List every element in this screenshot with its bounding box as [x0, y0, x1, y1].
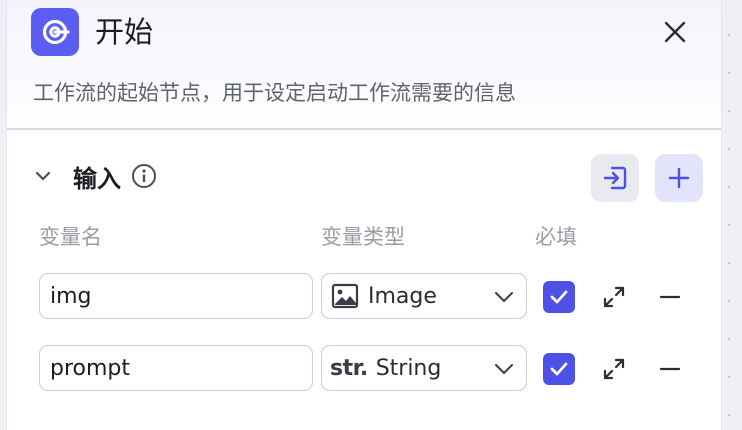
canvas-grid-dot — [728, 72, 730, 74]
chevron-down-icon — [35, 171, 51, 181]
variable-name-value: prompt — [50, 355, 131, 381]
checkmark-icon — [550, 290, 568, 304]
node-title: 开始 — [95, 15, 154, 49]
canvas-grid-dot — [728, 34, 730, 36]
section-divider — [7, 128, 721, 130]
variable-name-value: img — [50, 283, 92, 309]
variable-name-input[interactable]: prompt — [39, 345, 313, 391]
canvas-grid-dot — [728, 110, 730, 112]
expand-settings-button[interactable] — [599, 282, 629, 312]
collapse-toggle[interactable] — [31, 164, 55, 188]
minus-icon — [659, 295, 681, 299]
chevron-down-icon — [495, 364, 513, 374]
checkmark-icon — [550, 362, 568, 376]
minus-icon — [659, 367, 681, 371]
canvas-grid-dot — [728, 186, 730, 188]
remove-variable-button[interactable] — [655, 282, 685, 312]
column-header-name: 变量名 — [39, 225, 102, 249]
variable-name-input[interactable]: img — [39, 273, 313, 319]
input-section-header: 输入 — [31, 156, 157, 196]
variable-type-label: String — [375, 355, 442, 381]
info-icon[interactable] — [131, 163, 157, 189]
variable-type-label: Image — [368, 283, 437, 309]
section-title: 输入 — [73, 164, 121, 193]
expand-icon — [603, 286, 625, 308]
image-icon — [330, 281, 360, 311]
string-icon: str. — [330, 355, 368, 381]
canvas-grid-dot — [728, 262, 730, 264]
close-icon — [664, 21, 686, 43]
canvas-grid-dot — [728, 224, 730, 226]
import-icon — [603, 166, 627, 190]
canvas-grid-dot — [728, 148, 730, 150]
variable-type-select[interactable]: str. String — [321, 345, 527, 391]
start-node-panel: 开始 工作流的起始节点，用于设定启动工作流需要的信息 输入 变量名 变量类型 必… — [6, 0, 722, 430]
canvas-grid-dot — [728, 376, 730, 378]
import-variables-button[interactable] — [591, 154, 639, 202]
chevron-down-icon — [495, 292, 513, 302]
variable-type-select[interactable]: Image — [321, 273, 527, 319]
required-checkbox[interactable] — [543, 353, 575, 385]
canvas-grid-dot — [728, 338, 730, 340]
canvas-grid-dot — [728, 300, 730, 302]
start-node-icon — [31, 8, 79, 56]
column-header-required: 必填 — [535, 225, 577, 249]
remove-variable-button[interactable] — [655, 354, 685, 384]
column-header-type: 变量类型 — [321, 225, 405, 249]
workflow-canvas — [722, 0, 742, 430]
expand-settings-button[interactable] — [599, 354, 629, 384]
close-button[interactable] — [655, 12, 695, 52]
node-description: 工作流的起始节点，用于设定启动工作流需要的信息 — [33, 81, 516, 105]
canvas-grid-dot — [728, 414, 730, 416]
add-variable-button[interactable] — [655, 154, 703, 202]
plus-icon — [668, 167, 690, 189]
required-checkbox[interactable] — [543, 281, 575, 313]
expand-icon — [603, 358, 625, 380]
